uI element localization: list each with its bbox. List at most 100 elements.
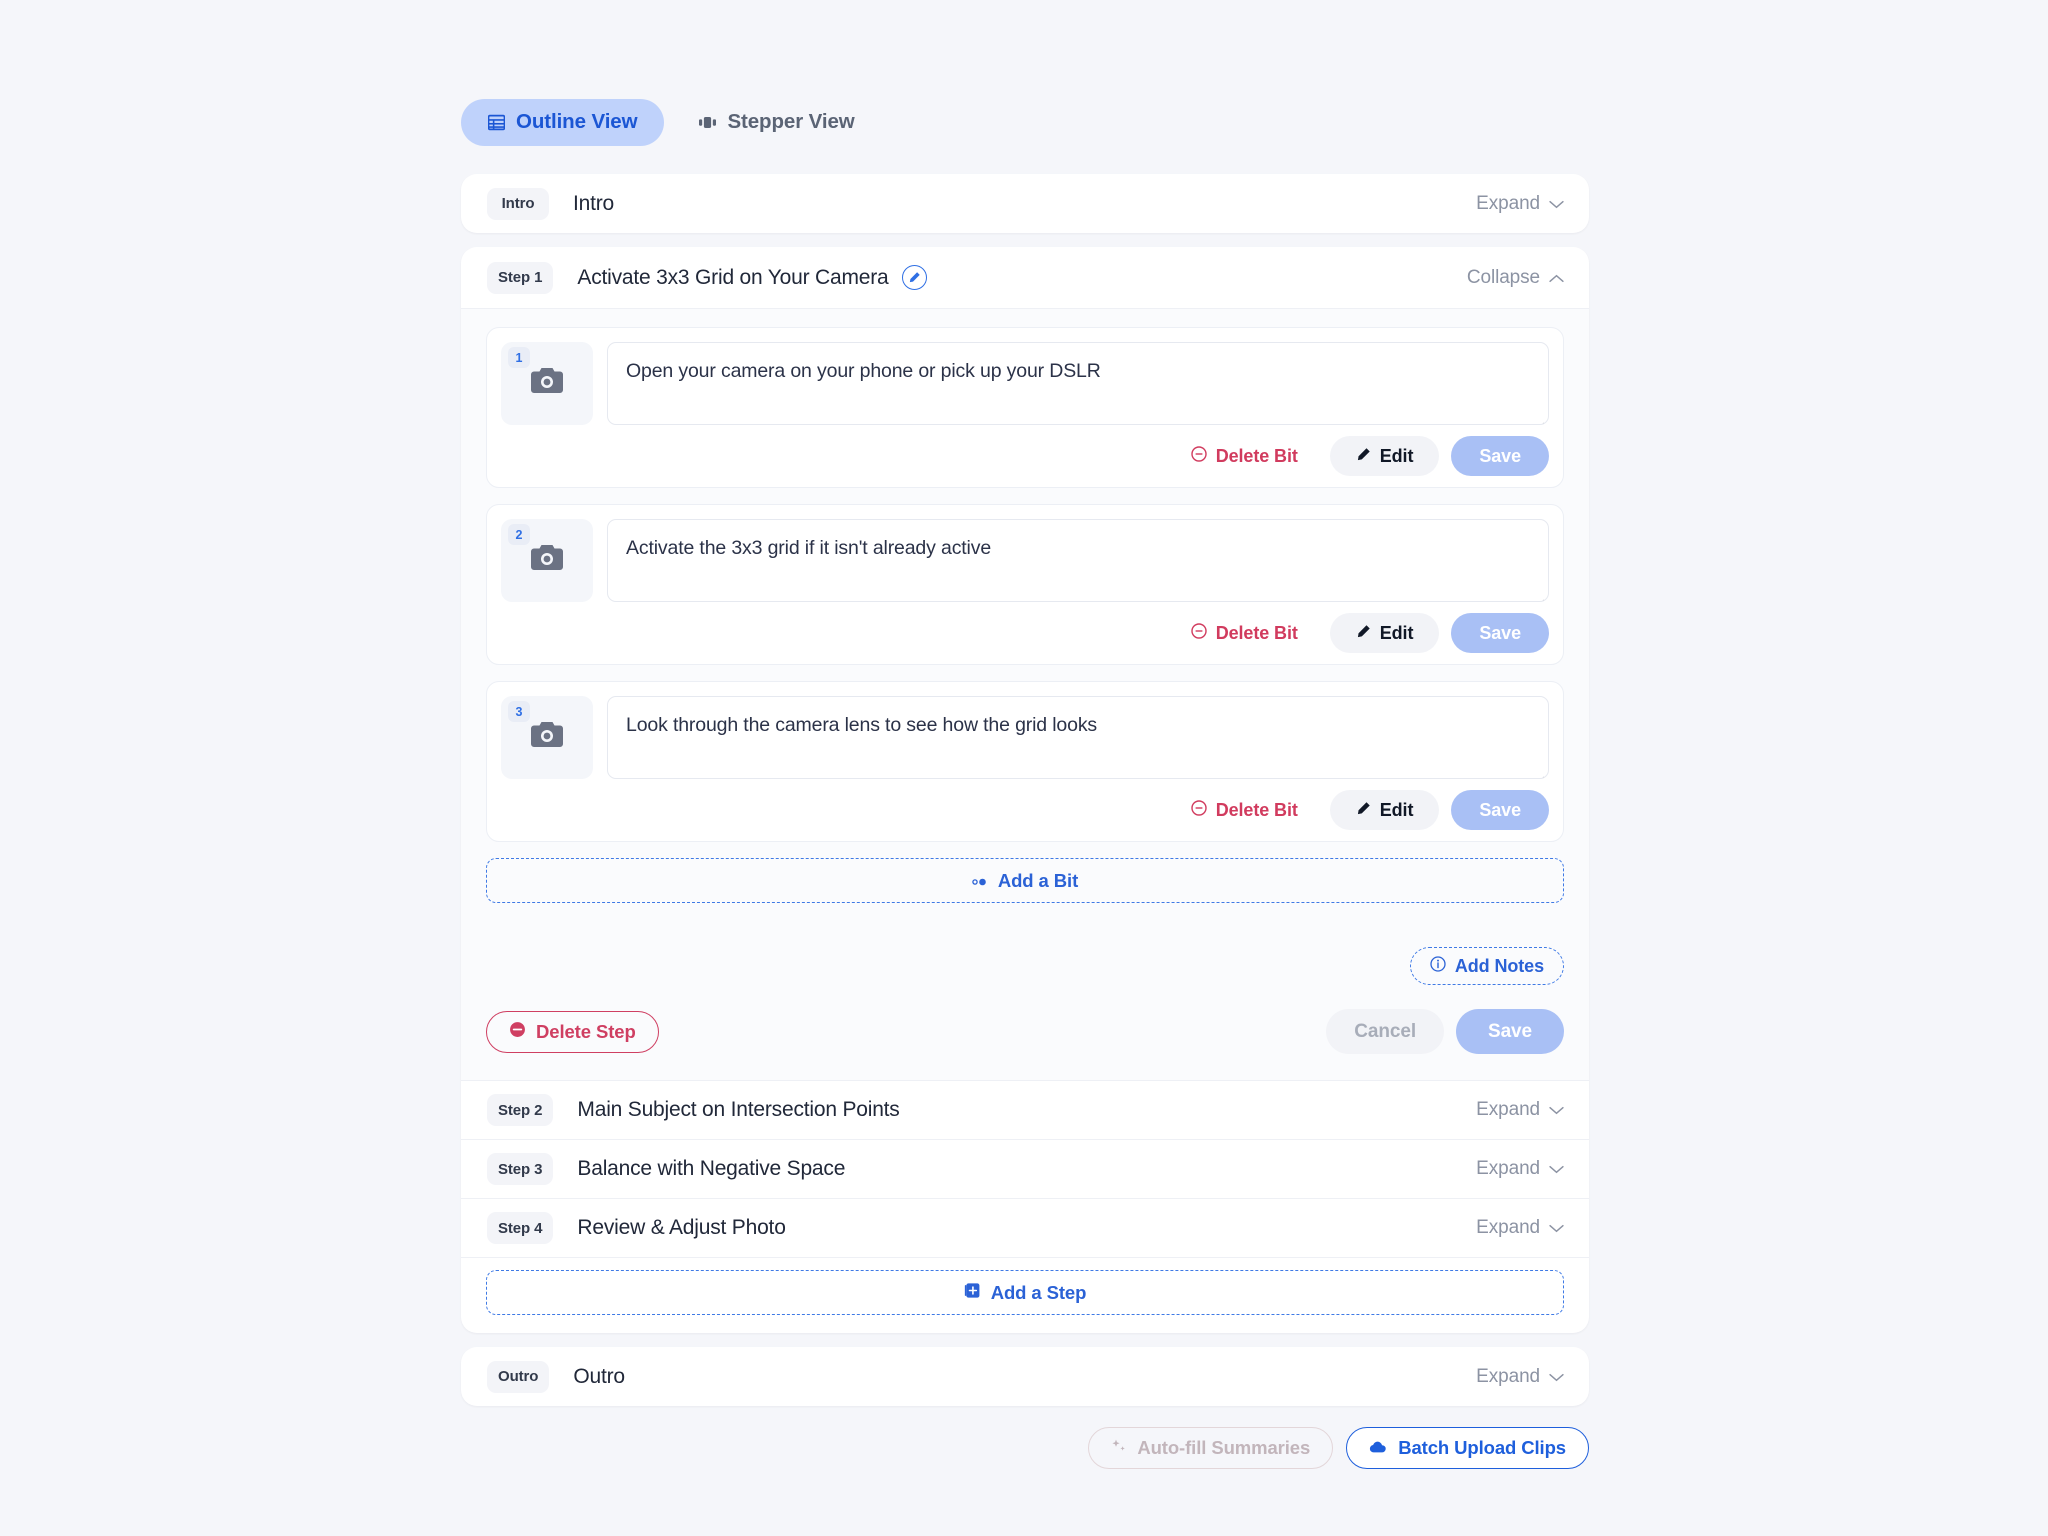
edit-bit-label: Edit	[1379, 799, 1414, 820]
auto-fill-summaries-button[interactable]: Auto-fill Summaries	[1088, 1427, 1334, 1469]
stepper-icon	[699, 114, 717, 131]
pencil-icon	[1356, 446, 1371, 467]
bit-thumbnail[interactable]: 2	[501, 519, 593, 602]
step-4-expand-toggle[interactable]: Expand	[1476, 1217, 1564, 1239]
delete-step-button[interactable]: Delete Step	[486, 1010, 659, 1053]
cancel-button[interactable]: Cancel	[1326, 1009, 1445, 1054]
step-2-row[interactable]: Step 2 Main Subject on Intersection Poin…	[461, 1080, 1589, 1139]
bottom-action-bar: Auto-fill Summaries Batch Upload Clips	[461, 1427, 1589, 1469]
bit-text-input[interactable]: Activate the 3x3 grid if it isn't alread…	[607, 519, 1549, 602]
delete-bit-button[interactable]: Delete Bit	[1171, 436, 1318, 476]
bit-top: 1 Open your camera on your phone or pick…	[501, 342, 1549, 425]
add-bit-button[interactable]: Add a Bit	[486, 858, 1564, 903]
chevron-down-icon	[1549, 1366, 1564, 1388]
edit-bit-button[interactable]: Edit	[1329, 613, 1440, 653]
delete-bit-button[interactable]: Delete Bit	[1171, 790, 1318, 830]
bit-actions: Delete Bit Edit Save	[501, 602, 1549, 664]
edit-bit-button[interactable]: Edit	[1329, 436, 1440, 476]
outro-row[interactable]: Outro Outro Expand	[461, 1347, 1589, 1406]
step-4-row[interactable]: Step 4 Review & Adjust Photo Expand	[461, 1198, 1589, 1257]
step-3-title: Balance with Negative Space	[577, 1157, 846, 1180]
tab-stepper-view-label: Stepper View	[727, 110, 855, 133]
chevron-down-icon	[1549, 193, 1564, 215]
add-notes-label: Add Notes	[1454, 955, 1544, 976]
delete-bit-label: Delete Bit	[1215, 622, 1298, 643]
outro-expand-label: Expand	[1476, 1365, 1540, 1387]
bit-card: 1 Open your camera on your phone or pick…	[486, 327, 1564, 488]
delete-step-label: Delete Step	[536, 1020, 636, 1042]
intro-expand-label: Expand	[1476, 192, 1540, 214]
auto-fill-summaries-label: Auto-fill Summaries	[1137, 1437, 1311, 1458]
save-bit-label: Save	[1479, 445, 1521, 466]
add-step-label: Add a Step	[990, 1281, 1087, 1303]
cloud-upload-icon	[1369, 1437, 1387, 1459]
step-2-expand-label: Expand	[1476, 1099, 1540, 1120]
step-3-chip: Step 3	[487, 1153, 554, 1185]
bit-actions: Delete Bit Edit Save	[501, 779, 1549, 841]
view-tabs: Outline View Stepper View	[461, 96, 1589, 148]
bit-number-badge: 3	[508, 701, 530, 722]
bit-text-input[interactable]: Look through the camera lens to see how …	[607, 696, 1549, 779]
step-1-chip: Step 1	[487, 261, 554, 294]
notes-zone: Add Notes	[486, 903, 1564, 985]
add-step-button[interactable]: Add a Step	[486, 1270, 1564, 1315]
step-1-body: 1 Open your camera on your phone or pick…	[461, 309, 1589, 1080]
delete-bit-label: Delete Bit	[1215, 445, 1298, 466]
step-1-header[interactable]: Step 1 Activate 3x3 Grid on Your Camera …	[461, 247, 1589, 309]
bit-text-value: Look through the camera lens to see how …	[626, 714, 1098, 736]
bit-card: 3 Look through the camera lens to see ho…	[486, 681, 1564, 842]
add-bit-dots-icon	[972, 870, 988, 892]
save-bit-button[interactable]: Save	[1451, 436, 1549, 476]
save-bit-button[interactable]: Save	[1451, 790, 1549, 830]
step-1-collapse-toggle[interactable]: Collapse	[1467, 267, 1564, 289]
step-4-title: Review & Adjust Photo	[577, 1216, 786, 1239]
step-3-expand-label: Expand	[1476, 1158, 1540, 1179]
bit-top: 2 Activate the 3x3 grid if it isn't alre…	[501, 519, 1549, 602]
tab-outline-view-label: Outline View	[516, 110, 638, 133]
step-3-row[interactable]: Step 3 Balance with Negative Space Expan…	[461, 1139, 1589, 1198]
bit-text-value: Activate the 3x3 grid if it isn't alread…	[626, 537, 992, 559]
bit-thumbnail[interactable]: 3	[501, 696, 593, 779]
step-1-footer: Delete Step Cancel Save	[486, 985, 1564, 1080]
info-circle-icon	[1430, 955, 1446, 977]
outro-expand-toggle[interactable]: Expand	[1476, 1366, 1564, 1388]
grid-icon	[488, 114, 505, 131]
save-bit-button[interactable]: Save	[1451, 613, 1549, 653]
intro-expand-toggle[interactable]: Expand	[1476, 193, 1564, 215]
bit-thumbnail[interactable]: 1	[501, 342, 593, 425]
step-1-title-wrap: Activate 3x3 Grid on Your Camera	[577, 265, 927, 290]
save-bit-label: Save	[1479, 622, 1521, 643]
resize-grip-icon	[1533, 764, 1545, 778]
content-column: Outline View Stepper View Intro Intro Ex…	[461, 96, 1589, 1469]
outro-title: Outro	[573, 1364, 625, 1388]
app-root: Outline View Stepper View Intro Intro Ex…	[0, 0, 2048, 1536]
bit-text-input[interactable]: Open your camera on your phone or pick u…	[607, 342, 1549, 425]
batch-upload-clips-button[interactable]: Batch Upload Clips	[1346, 1427, 1589, 1469]
tab-outline-view[interactable]: Outline View	[461, 98, 665, 146]
minus-circle-filled-icon	[509, 1021, 526, 1043]
tab-stepper-view[interactable]: Stepper View	[672, 99, 881, 146]
step-3-expand-toggle[interactable]: Expand	[1476, 1158, 1564, 1180]
minus-circle-icon	[1191, 622, 1207, 644]
edit-bit-label: Edit	[1379, 622, 1414, 643]
delete-bit-button[interactable]: Delete Bit	[1171, 613, 1318, 653]
camera-icon	[529, 543, 565, 578]
step-2-expand-toggle[interactable]: Expand	[1476, 1099, 1564, 1121]
chevron-up-icon	[1549, 267, 1564, 289]
intro-card: Intro Intro Expand	[461, 174, 1589, 233]
minus-circle-icon	[1191, 445, 1207, 467]
save-step-button[interactable]: Save	[1456, 1009, 1564, 1054]
pencil-icon[interactable]	[901, 265, 927, 290]
step-1-footer-right: Cancel Save	[1326, 1009, 1564, 1054]
add-notes-button[interactable]: Add Notes	[1409, 947, 1564, 985]
chevron-down-icon	[1549, 1217, 1564, 1239]
delete-bit-label: Delete Bit	[1215, 799, 1298, 820]
step-4-chip: Step 4	[487, 1212, 554, 1244]
intro-row[interactable]: Intro Intro Expand	[461, 174, 1589, 233]
bit-number-badge: 1	[508, 347, 530, 368]
bit-actions: Delete Bit Edit Save	[501, 425, 1549, 487]
resize-grip-icon	[1533, 587, 1545, 601]
edit-bit-button[interactable]: Edit	[1329, 790, 1440, 830]
outro-chip: Outro	[487, 1360, 550, 1393]
save-bit-label: Save	[1479, 799, 1521, 820]
